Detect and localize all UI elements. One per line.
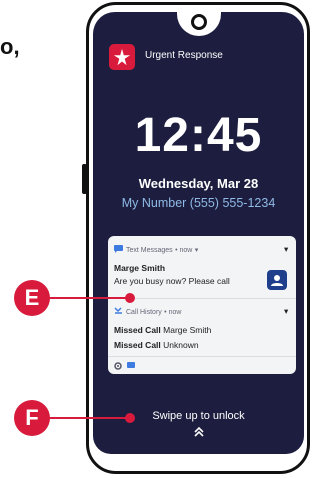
notification-divider bbox=[108, 356, 296, 357]
text-menu-icon[interactable]: ▾ bbox=[284, 244, 288, 255]
settings-gear-icon[interactable] bbox=[114, 362, 122, 372]
callout-e-marker: E bbox=[14, 280, 50, 316]
cropped-caption-text: o, bbox=[0, 34, 20, 59]
lock-date: Wednesday, Mar 28 bbox=[138, 176, 259, 191]
camera-notch bbox=[177, 12, 221, 36]
lock-clock: 12:45 bbox=[134, 109, 263, 162]
contact-avatar-icon bbox=[267, 270, 287, 290]
notification-footer-icons bbox=[114, 361, 138, 372]
my-number: My Number (555) 555-1234 bbox=[121, 196, 276, 210]
callout-f-marker: F bbox=[14, 400, 50, 436]
notification-panel[interactable]: Text Messages • now ▾ Marge Smith Are yo… bbox=[108, 236, 296, 374]
notification-sender: Marge Smith bbox=[114, 263, 166, 273]
call-menu-icon[interactable]: ▾ bbox=[284, 306, 288, 317]
text-messages-header: Text Messages • now ▾ bbox=[114, 244, 198, 255]
missed-call-item[interactable]: Missed Call Unknown bbox=[114, 340, 199, 350]
callout-e-leader bbox=[42, 297, 130, 299]
callout-f-dot bbox=[125, 413, 135, 423]
double-chevron-up-icon[interactable] bbox=[93, 426, 304, 438]
notification-message: Are you busy now? Please call bbox=[114, 276, 230, 286]
missed-call-item[interactable]: Missed Call Marge Smith bbox=[114, 325, 211, 335]
expand-chevron-icon[interactable]: ▾ bbox=[195, 247, 199, 254]
app-title: Urgent Response bbox=[145, 50, 223, 61]
message-icon bbox=[114, 244, 123, 255]
missed-call-icon bbox=[114, 307, 123, 317]
message-app-icon[interactable] bbox=[127, 361, 136, 372]
urgent-response-app-icon[interactable] bbox=[109, 44, 135, 70]
call-history-header: Call History • now bbox=[114, 306, 181, 317]
callout-e-dot bbox=[125, 293, 135, 303]
lock-screen: Urgent Response 12:45 Wednesday, Mar 28 … bbox=[93, 12, 304, 454]
notification-divider bbox=[108, 298, 296, 299]
front-camera-icon bbox=[191, 14, 207, 30]
callout-f-leader bbox=[42, 417, 130, 419]
